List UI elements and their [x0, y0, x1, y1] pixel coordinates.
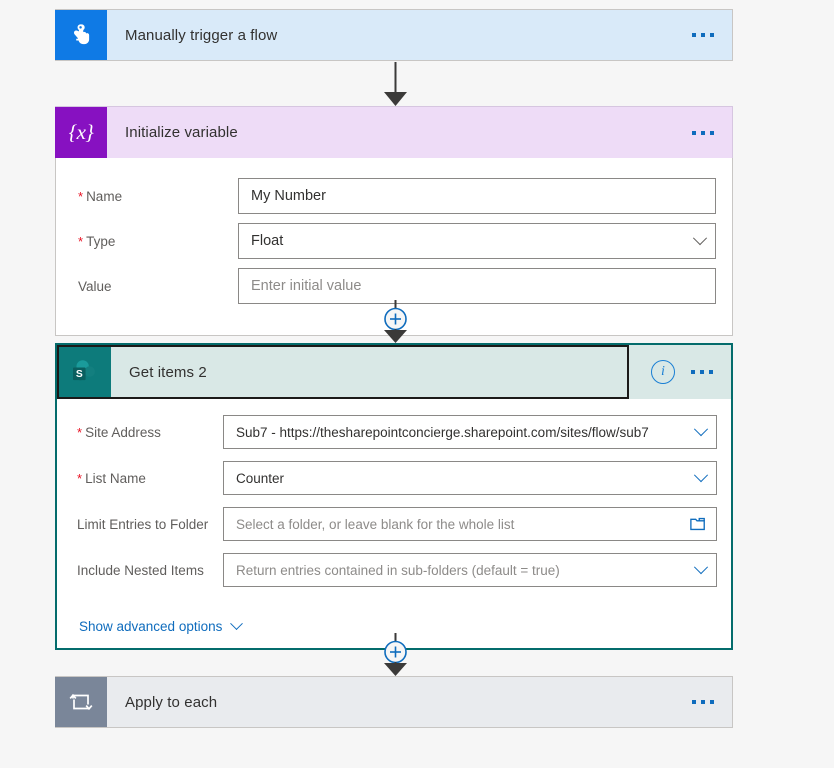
value-input-placeholder: Enter initial value [251, 278, 362, 294]
type-dropdown-value: Float [251, 233, 284, 249]
list-name-value: Counter [236, 470, 285, 486]
card-header[interactable]: {x} Initialize variable [55, 106, 733, 158]
include-nested-items-placeholder: Return entries contained in sub-folders … [236, 562, 560, 578]
chevron-down-glyph [692, 231, 708, 246]
card-header[interactable]: Apply to each [55, 676, 733, 728]
flow-card-initialize-variable[interactable]: {x} Initialize variable *Name My Number [55, 106, 733, 336]
site-address-value: Sub7 - https://thesharepointconcierge.sh… [236, 424, 649, 440]
sharepoint-icon: S [59, 347, 111, 397]
header-actions [692, 10, 732, 60]
limit-entries-to-folder-placeholder: Select a folder, or leave blank for the … [236, 516, 515, 532]
card-header[interactable]: S Get items 2 i [57, 345, 731, 399]
dot [709, 370, 713, 374]
flow-designer-canvas: Manually trigger a flow {x} Initialize v… [0, 0, 834, 768]
field-label-list-name: * List Name [77, 470, 146, 486]
flow-card-apply-to-each[interactable]: Apply to each [55, 676, 733, 728]
field-label-site-address: * Site Address [77, 424, 161, 440]
required-asterisk: * [77, 470, 83, 486]
chevron-down-icon[interactable] [693, 462, 709, 494]
field-row-name: * Name My Number [78, 178, 716, 214]
card-menu-button[interactable] [692, 700, 714, 704]
dot [700, 370, 704, 374]
info-icon[interactable]: i [651, 360, 675, 384]
folder-picker-icon[interactable] [690, 508, 706, 540]
card-body: * Site Address Sub7 - https://thesharepoi… [57, 399, 731, 648]
card-header[interactable]: Manually trigger a flow [55, 9, 733, 61]
chevron-down-icon[interactable] [693, 416, 709, 448]
dot [710, 130, 714, 135]
field-label-include-nested-items: Include Nested Items [77, 562, 204, 578]
value-input[interactable]: Enter initial value [238, 268, 716, 304]
chevron-down-icon[interactable] [692, 224, 708, 258]
card-title: Get items 2 [129, 363, 207, 381]
field-row-limit-entries-to-folder: Limit Entries to Folder Select a folder,… [77, 507, 717, 541]
field-row-site-address: * Site Address Sub7 - https://thesharepoi… [77, 415, 717, 449]
field-row-type: * Type Float [78, 223, 716, 259]
chevron-down-glyph [693, 422, 709, 437]
header-actions: i [629, 345, 731, 399]
required-asterisk: * [78, 233, 84, 249]
card-body: * Name My Number * Type Float Value Ente… [55, 158, 733, 336]
dot [692, 130, 696, 135]
type-dropdown[interactable]: Float [238, 223, 716, 259]
card-menu-button[interactable] [692, 130, 714, 135]
chevron-down-icon [230, 617, 244, 631]
variable-braces-icon: {x} [55, 107, 107, 158]
dot [701, 33, 705, 37]
header-actions [692, 677, 732, 727]
field-row-include-nested-items: Include Nested Items Return entries cont… [77, 553, 717, 587]
loop-repeat-icon [55, 677, 107, 727]
dot [710, 700, 714, 704]
dot [692, 700, 696, 704]
header-actions [692, 107, 732, 158]
dot [710, 33, 714, 37]
flow-card-get-items[interactable]: S Get items 2 i * Site Address Sub7 - ht… [55, 343, 733, 650]
limit-entries-to-folder-picker[interactable]: Select a folder, or leave blank for the … [223, 507, 717, 541]
name-input-value: My Number [251, 188, 326, 204]
site-address-dropdown[interactable]: Sub7 - https://thesharepointconcierge.sh… [223, 415, 717, 449]
required-asterisk: * [77, 424, 83, 440]
show-advanced-options-label: Show advanced options [79, 619, 223, 634]
chevron-down-glyph [693, 468, 709, 483]
field-row-list-name: * List Name Counter [77, 461, 717, 495]
card-title: Initialize variable [125, 124, 238, 141]
show-advanced-options-button[interactable]: Show advanced options [79, 617, 244, 634]
include-nested-items-dropdown[interactable]: Return entries contained in sub-folders … [223, 553, 717, 587]
flow-card-trigger[interactable]: Manually trigger a flow [55, 9, 733, 61]
tap-hand-icon [55, 10, 107, 60]
field-label-limit-entries-to-folder: Limit Entries to Folder [77, 516, 209, 532]
card-title: Apply to each [125, 693, 218, 711]
dot [691, 370, 695, 374]
list-name-dropdown[interactable]: Counter [223, 461, 717, 495]
card-header-selected-outline[interactable]: S Get items 2 [57, 345, 629, 399]
field-label-value: Value [78, 278, 112, 294]
dot [692, 33, 696, 37]
card-menu-button[interactable] [691, 370, 713, 374]
card-title: Manually trigger a flow [125, 26, 278, 44]
variable-braces-glyph: {x} [68, 120, 94, 144]
name-input[interactable]: My Number [238, 178, 716, 214]
required-asterisk: * [78, 188, 84, 204]
svg-text:S: S [76, 369, 83, 380]
dot [701, 130, 705, 135]
field-label-type: * Type [78, 233, 116, 249]
card-menu-button[interactable] [692, 33, 714, 37]
chevron-down-icon[interactable] [693, 554, 709, 586]
field-label-name: * Name [78, 188, 123, 204]
chevron-down-glyph [693, 560, 709, 575]
field-row-value: Value Enter initial value [78, 268, 716, 304]
dot [701, 700, 705, 704]
connector-trigger-to-initvar [0, 62, 834, 106]
